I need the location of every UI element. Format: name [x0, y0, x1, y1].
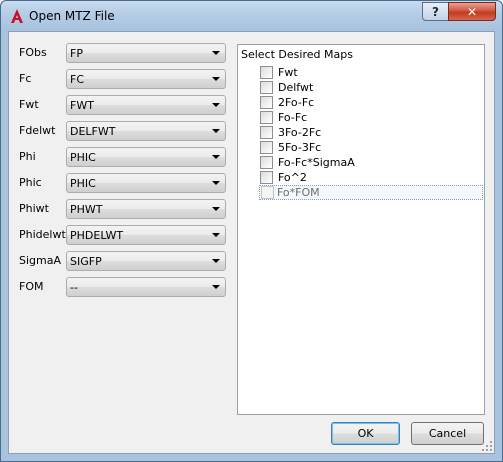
title-bar[interactable]: Open MTZ File ? ✕ — [1, 1, 502, 31]
chevron-down-icon — [212, 233, 220, 237]
checkbox[interactable] — [260, 171, 273, 184]
autocad-a-icon — [11, 9, 23, 23]
chevron-down-icon — [212, 207, 220, 211]
combo-value: PHWT — [70, 203, 103, 216]
field-label: Fc — [19, 72, 32, 85]
map-item-2fo-fc[interactable]: 2Fo-Fc — [260, 95, 485, 110]
combo-value: -- — [70, 281, 78, 294]
chevron-down-icon — [212, 259, 220, 263]
map-label: Fo^2 — [278, 171, 307, 184]
cancel-button[interactable]: Cancel — [411, 422, 484, 445]
combo-value: FC — [70, 73, 85, 86]
field-label: FObs — [19, 46, 47, 59]
chevron-down-icon — [212, 155, 220, 159]
field-label: SigmaA — [19, 254, 62, 267]
close-button[interactable]: ✕ — [448, 2, 496, 21]
map-item-fo-fom[interactable]: Fo*FOM — [259, 185, 483, 200]
combo-value: PHDELWT — [70, 229, 124, 242]
map-label: 3Fo-2Fc — [278, 126, 322, 139]
field-label: Phi — [19, 150, 36, 163]
fobs-select[interactable]: FP — [66, 43, 226, 63]
map-label: Fo*FOM — [277, 186, 320, 199]
map-item-3fo-2fc[interactable]: 3Fo-2Fc — [260, 125, 485, 140]
map-item-fwt[interactable]: Fwt — [260, 65, 485, 80]
map-label: Fwt — [278, 66, 298, 79]
map-label: 2Fo-Fc — [278, 96, 315, 109]
checkbox[interactable] — [260, 66, 273, 79]
field-label: FOM — [19, 280, 44, 293]
combo-value: PHIC — [70, 151, 96, 164]
map-item-5fo-3fc[interactable]: 5Fo-3Fc — [260, 140, 485, 155]
maps-list[interactable]: Select Desired Maps Fwt Delfwt 2Fo-Fc Fo… — [237, 44, 485, 415]
sigmaa-select[interactable]: SIGFP — [66, 251, 226, 271]
chevron-down-icon — [212, 181, 220, 185]
field-label: Phiwt — [19, 202, 49, 215]
field-label: Fdelwt — [19, 124, 56, 137]
fwt-select[interactable]: FWT — [66, 95, 226, 115]
combo-value: DELFWT — [70, 125, 116, 138]
map-label: 5Fo-3Fc — [278, 141, 322, 154]
help-icon: ? — [432, 4, 439, 19]
checkbox[interactable] — [260, 81, 273, 94]
chevron-down-icon — [212, 103, 220, 107]
checkbox[interactable] — [261, 186, 274, 199]
map-item-delfwt[interactable]: Delfwt — [260, 80, 485, 95]
map-label: Fo-Fc — [278, 111, 308, 124]
chevron-down-icon — [212, 285, 220, 289]
checkbox[interactable] — [260, 141, 273, 154]
map-label: Delfwt — [278, 81, 314, 94]
field-label: Phic — [19, 176, 42, 189]
resize-grip-icon[interactable] — [481, 440, 493, 452]
combo-value: PHIC — [70, 177, 96, 190]
map-item-fo2[interactable]: Fo^2 — [260, 170, 485, 185]
map-item-fo-fc[interactable]: Fo-Fc — [260, 110, 485, 125]
phi-select[interactable]: PHIC — [66, 147, 226, 167]
checkbox[interactable] — [260, 156, 273, 169]
help-button[interactable]: ? — [422, 2, 449, 21]
fc-select[interactable]: FC — [66, 69, 226, 89]
combo-value: FP — [70, 47, 83, 60]
chevron-down-icon — [212, 77, 220, 81]
map-label: Fo-Fc*SigmaA — [278, 156, 355, 169]
fom-select[interactable]: -- — [66, 277, 226, 297]
checkbox[interactable] — [260, 96, 273, 109]
map-item-fo-fc-sigmaa[interactable]: Fo-Fc*SigmaA — [260, 155, 485, 170]
close-icon: ✕ — [466, 4, 478, 19]
checkbox[interactable] — [260, 111, 273, 124]
open-mtz-dialog: Open MTZ File ? ✕ FObs FP Fc FC Fwt FWT … — [0, 0, 503, 462]
field-label: Fwt — [19, 98, 39, 111]
field-label: Phidelwt — [19, 228, 66, 241]
ok-button[interactable]: OK — [331, 422, 400, 445]
maps-list-title: Select Desired Maps — [241, 48, 353, 61]
chevron-down-icon — [212, 129, 220, 133]
dialog-body: FObs FP Fc FC Fwt FWT Fdelwt DELFWT Phi … — [8, 31, 495, 454]
phidelwt-select[interactable]: PHDELWT — [66, 225, 226, 245]
checkbox[interactable] — [260, 126, 273, 139]
fdelwt-select[interactable]: DELFWT — [66, 121, 226, 141]
chevron-down-icon — [212, 51, 220, 55]
window-title: Open MTZ File — [29, 9, 115, 23]
combo-value: SIGFP — [70, 255, 102, 268]
phic-select[interactable]: PHIC — [66, 173, 226, 193]
phiwt-select[interactable]: PHWT — [66, 199, 226, 219]
combo-value: FWT — [70, 99, 94, 112]
